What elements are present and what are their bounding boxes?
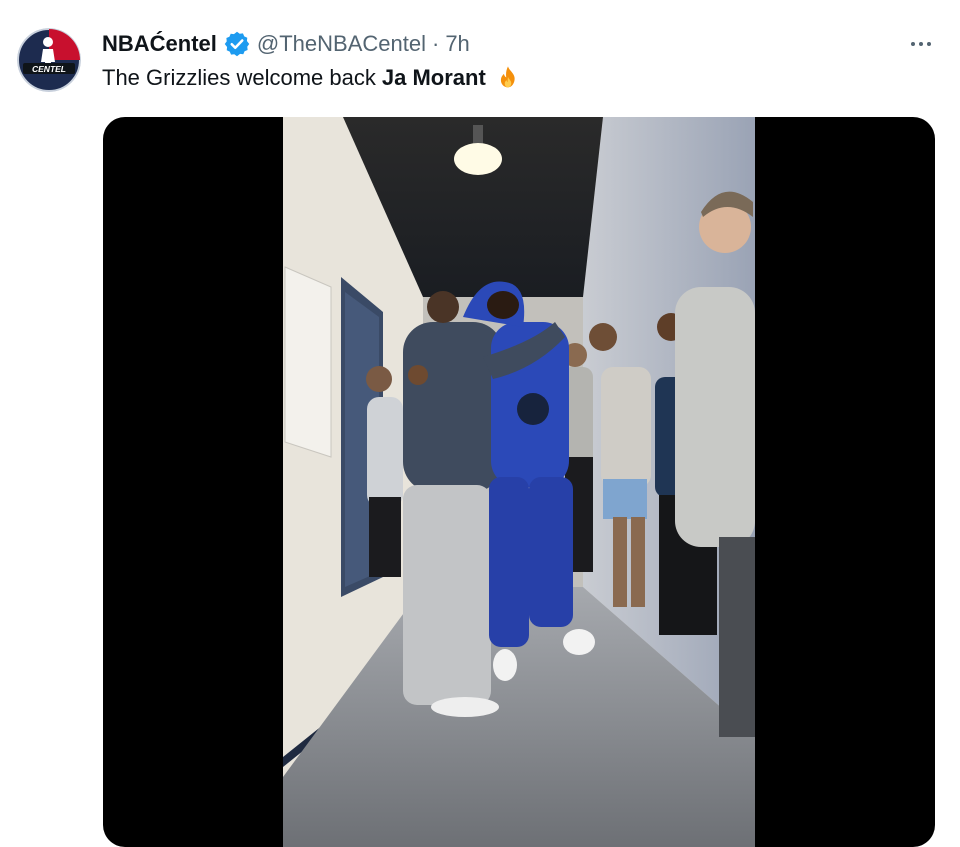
fire-icon xyxy=(494,64,522,92)
more-dot xyxy=(927,42,931,46)
verified-badge-icon[interactable] xyxy=(223,30,251,58)
more-dot xyxy=(919,42,923,46)
tweet-mention: Ja Morant xyxy=(381,65,486,90)
video-still xyxy=(283,117,755,847)
separator-dot: · xyxy=(431,31,440,56)
tweet-media-video[interactable] xyxy=(103,117,935,847)
author-display-name[interactable]: NBAĆentel xyxy=(102,31,217,57)
tweet-header: NBAĆentel @TheNBACentel · 7h xyxy=(102,29,470,59)
author-avatar[interactable]: CENTEL xyxy=(17,28,81,92)
tweet-timestamp[interactable]: 7h xyxy=(445,31,469,57)
tweet-text-prefix: The Grizzlies welcome back xyxy=(102,65,376,90)
more-horizontal-icon xyxy=(911,42,915,46)
avatar-logo-text: CENTEL xyxy=(32,64,66,74)
video-frame[interactable] xyxy=(283,117,755,847)
tweet-text: The Grizzlies welcome back Ja Morant xyxy=(102,64,522,92)
author-handle[interactable]: @TheNBACentel xyxy=(257,31,426,57)
more-options-button[interactable] xyxy=(904,33,938,55)
